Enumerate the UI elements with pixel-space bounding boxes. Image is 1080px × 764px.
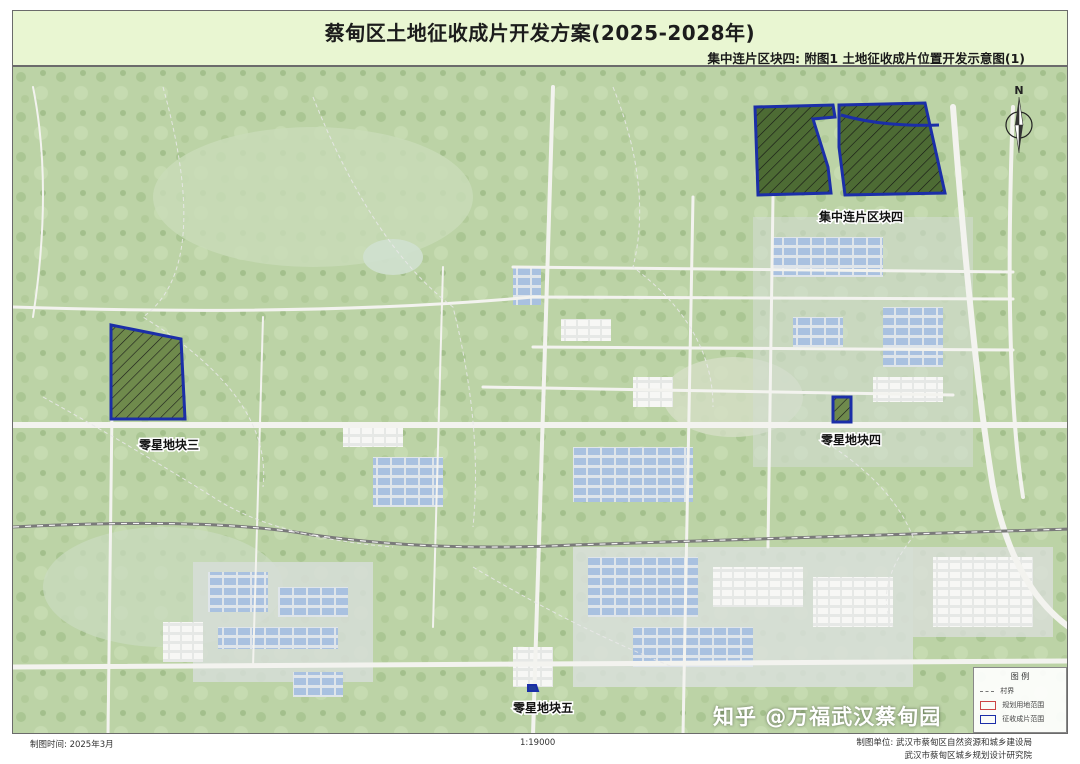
- building-cluster: [208, 572, 268, 612]
- footer-unit-2: 武汉市蔡甸区城乡规划设计研究院: [904, 751, 1032, 761]
- legend-row-plan: 规划用地范围: [980, 700, 1044, 710]
- footer-date: 制图时间: 2025年3月: [30, 740, 114, 750]
- map-subtitle: 集中连片区块四: 附图1 土地征收成片位置开发示意图(1): [707, 51, 1025, 66]
- label-scattered4: 零星地块四: [820, 432, 881, 447]
- footer-unit-1: 制图单位: 武汉市蔡甸区自然资源和城乡建设局: [856, 738, 1032, 748]
- building-cluster: [883, 307, 943, 367]
- legend-row-expropriation: 征收成片范围: [980, 714, 1044, 724]
- page-title: 蔡甸区土地征收成片开发方案(2025-2028年): [324, 21, 756, 45]
- watermark: 知乎 @万福武汉蔡甸园: [713, 705, 942, 729]
- building-cluster: [218, 627, 338, 649]
- building-cluster: [713, 567, 803, 607]
- scattered-plot-5[interactable]: [527, 684, 540, 692]
- map-area[interactable]: 集中连片区块四 零星地块三 零星地块四 零星地块五 N 图 例 村界 规划用地范…: [12, 66, 1068, 734]
- building-cluster: [278, 587, 348, 617]
- page: 蔡甸区土地征收成片开发方案(2025-2028年) 集中连片区块四: 附图1 土…: [0, 0, 1080, 764]
- footer-scale: 1:19000: [520, 738, 556, 748]
- satellite-map[interactable]: 集中连片区块四 零星地块三 零星地块四 零星地块五: [13, 67, 1068, 734]
- block4-parcel-west[interactable]: [753, 103, 837, 197]
- building-cluster: [163, 622, 203, 662]
- map-legend: 图 例 村界 规划用地范围 征收成片范围: [973, 667, 1067, 733]
- building-cluster: [561, 319, 611, 341]
- building-cluster: [573, 447, 693, 502]
- building-cluster: [293, 672, 343, 697]
- building-cluster: [793, 317, 843, 347]
- label-scattered3: 零星地块三: [138, 437, 199, 452]
- pond: [363, 239, 423, 275]
- scattered-plot-4[interactable]: [831, 395, 853, 424]
- svg-text:N: N: [1014, 84, 1023, 97]
- building-cluster: [813, 577, 893, 627]
- north-arrow-icon: N: [1005, 84, 1033, 154]
- block4-parcel-east[interactable]: [837, 101, 947, 197]
- building-cluster: [588, 557, 698, 617]
- label-block4: 集中连片区块四: [818, 209, 903, 224]
- building-cluster: [873, 377, 943, 402]
- building-cluster: [343, 427, 403, 447]
- cleared-land: [153, 127, 473, 267]
- map-footer: 制图时间: 2025年3月 1:19000 制图单位: 武汉市蔡甸区自然资源和城…: [12, 734, 1068, 762]
- building-cluster: [373, 457, 443, 507]
- scattered-plot-3[interactable]: [109, 323, 187, 421]
- legend-row-village: 村界: [980, 686, 1014, 696]
- map-header: 蔡甸区土地征收成片开发方案(2025-2028年) 集中连片区块四: 附图1 土…: [12, 10, 1068, 66]
- legend-title: 图 例: [1010, 672, 1030, 681]
- label-scattered5: 零星地块五: [512, 700, 573, 715]
- building-cluster: [633, 377, 673, 407]
